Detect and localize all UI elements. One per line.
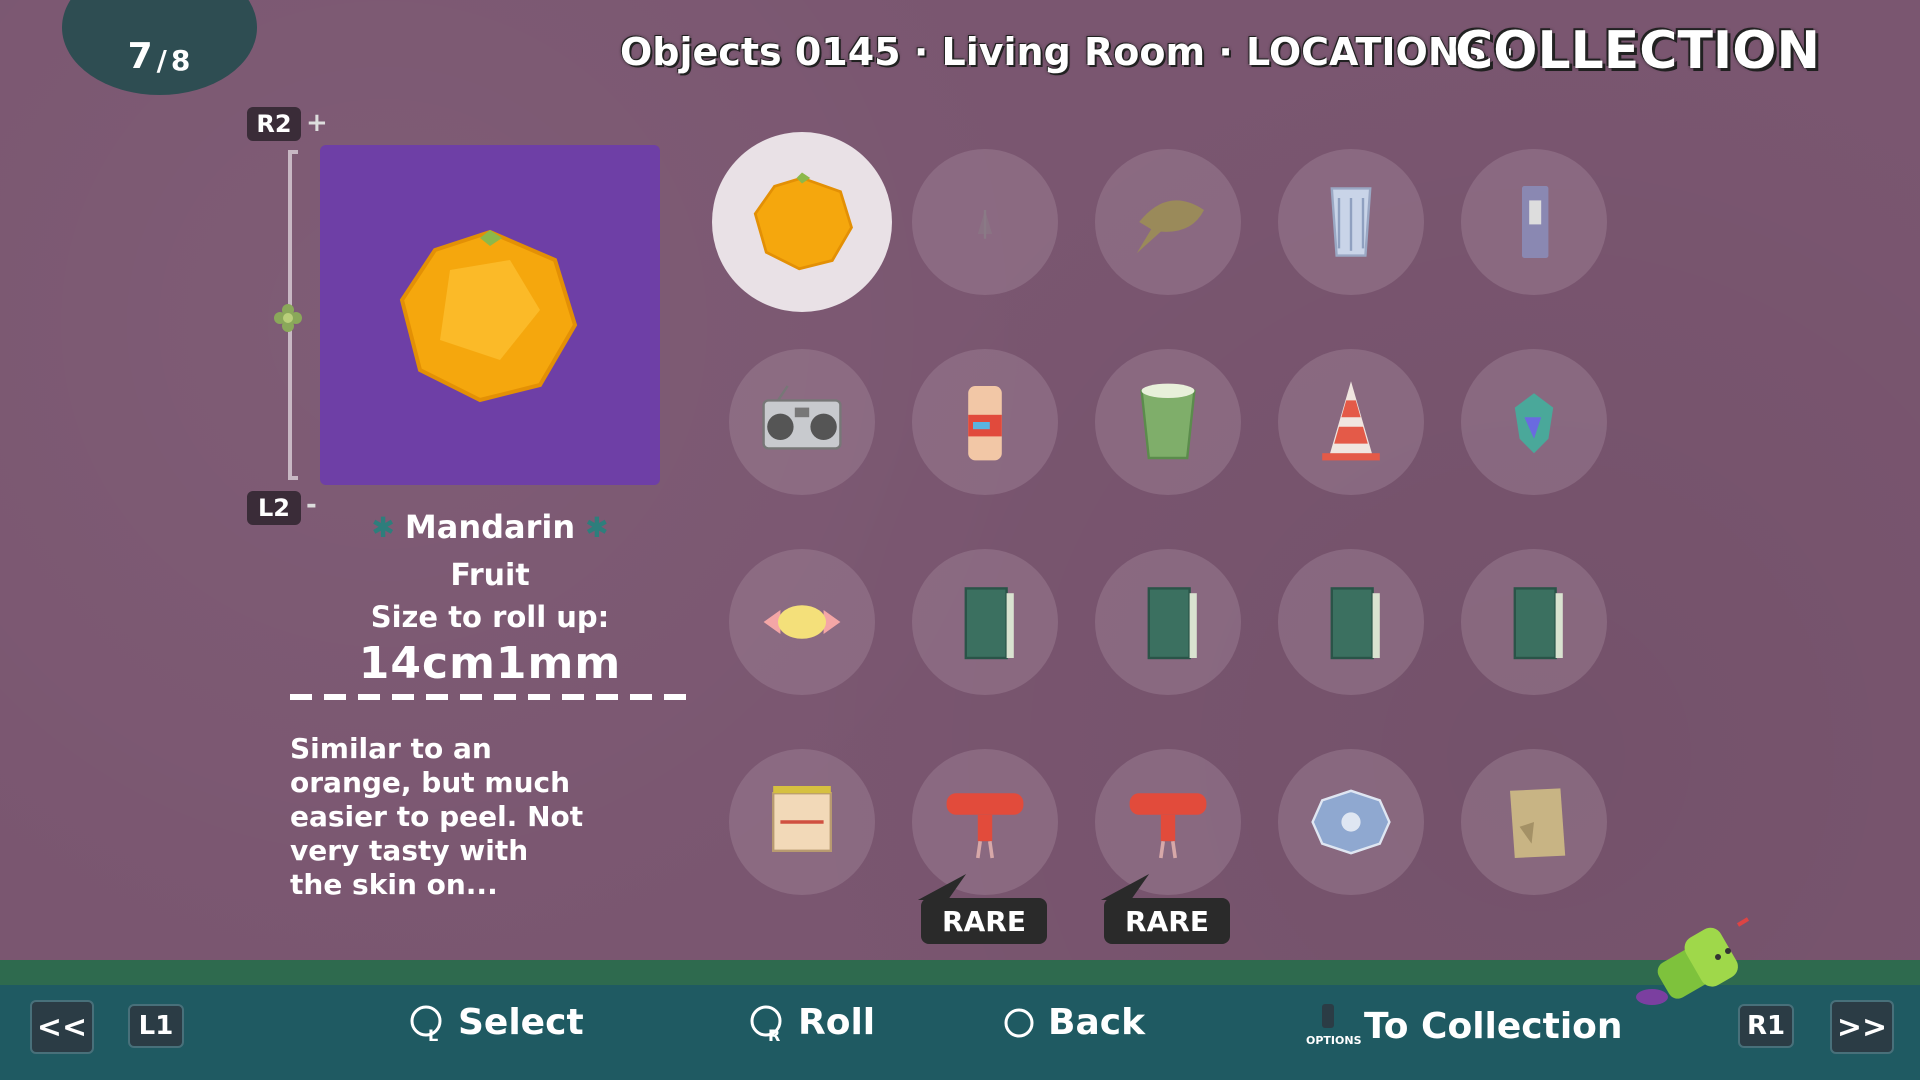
to-collection-label: To Collection (1364, 1005, 1623, 1047)
breadcrumb: Objects 0145 · Living Room · LOCATIONS · (620, 30, 1515, 74)
collection-slot[interactable] (1461, 749, 1607, 895)
page-separator: / (156, 44, 168, 77)
prince-cousin-icon (946, 793, 1024, 859)
item-name: Mandarin (404, 508, 576, 546)
sign-board-icon (772, 786, 832, 852)
collection-slot[interactable] (912, 349, 1058, 495)
zoom-knob-icon[interactable] (272, 302, 304, 334)
collection-slot[interactable] (1095, 149, 1241, 295)
prince-icon (1636, 917, 1750, 1005)
item-name-row: ✱ Mandarin ✱ (290, 508, 690, 546)
svg-text:L: L (428, 1026, 438, 1043)
collection-slot[interactable] (1278, 549, 1424, 695)
r1-button[interactable]: R1 (1738, 1004, 1794, 1048)
page-current: 7 (127, 36, 154, 77)
collection-slot[interactable] (1461, 349, 1607, 495)
page-title: COLLECTION (1455, 21, 1820, 81)
l1-button[interactable]: L1 (128, 1004, 184, 1048)
right-stick-icon: R (750, 1005, 782, 1043)
collection-slot[interactable] (729, 349, 875, 495)
boombox-icon (762, 385, 842, 450)
collection-slot[interactable] (912, 549, 1058, 695)
zoom-plus-label: + (306, 108, 328, 138)
options-button-icon: OPTIONS (1306, 1002, 1362, 1050)
collection-slot[interactable] (1095, 349, 1241, 495)
collection-slot[interactable] (1461, 149, 1607, 295)
next-page-button[interactable]: >> (1830, 1000, 1894, 1054)
collection-slot[interactable] (729, 549, 875, 695)
left-stick-icon: L (410, 1005, 442, 1043)
rare-badge: RARE (921, 898, 1047, 944)
collection-slot[interactable] (912, 749, 1058, 895)
options-caption: OPTIONS (1306, 1034, 1362, 1047)
collection-slot[interactable] (912, 149, 1058, 295)
prince-cousin-icon (1129, 793, 1207, 859)
size-label: Size to roll up: (370, 600, 610, 634)
cola-can-icon (968, 386, 1002, 461)
paper-cup-icon (1140, 383, 1196, 460)
collection-slot[interactable] (1095, 549, 1241, 695)
cassette-tape-icon (1522, 186, 1549, 258)
size-value: 14cm1mm (358, 638, 622, 689)
collection-slot[interactable] (1461, 549, 1607, 695)
paper-bag-icon (1510, 788, 1566, 858)
book-icon (1513, 587, 1563, 660)
back-action[interactable]: Back (1002, 1002, 1145, 1043)
tiny-plant-icon (977, 210, 993, 239)
collection-slot[interactable] (1095, 749, 1241, 895)
gem-icon (1514, 393, 1554, 454)
item-category: Fruit (450, 558, 530, 593)
star-right-icon: ✱ (585, 510, 609, 544)
circle-button-icon (1004, 1008, 1034, 1037)
doily-icon (1311, 789, 1391, 855)
item-description: Similar to an orange, but much easier to… (290, 732, 584, 901)
svg-text:R: R (768, 1026, 780, 1043)
to-collection-action[interactable]: OPTIONS To Collection (1306, 1002, 1623, 1050)
traffic-cone-icon (1322, 381, 1380, 461)
book-icon (1147, 587, 1197, 660)
mandarin-icon (753, 172, 853, 271)
select-label: Select (458, 1002, 584, 1043)
collection-slot[interactable] (1278, 149, 1424, 295)
back-label: Back (1048, 1002, 1146, 1043)
select-action[interactable]: L Select (410, 1002, 584, 1043)
roll-label: Roll (798, 1002, 876, 1043)
collection-slot[interactable] (712, 132, 892, 312)
divider (290, 694, 690, 700)
rare-badge: RARE (1104, 898, 1230, 944)
book-icon (964, 587, 1014, 660)
glass-cup-icon (1330, 187, 1372, 257)
prev-page-button[interactable]: << (30, 1000, 94, 1054)
collection-slot[interactable] (1278, 349, 1424, 495)
milk-candy-icon (763, 605, 841, 639)
book-icon (1330, 587, 1380, 660)
star-left-icon: ✱ (371, 510, 395, 544)
page-counter: 7 / 8 (62, 0, 257, 95)
collection-slot[interactable] (1278, 749, 1424, 895)
mandarin-preview-icon (399, 229, 578, 403)
roll-action[interactable]: R Roll (750, 1002, 875, 1043)
page-total: 8 (170, 44, 192, 77)
collection-slot[interactable] (729, 749, 875, 895)
r2-zoom-in-button[interactable]: R2 (247, 107, 301, 141)
horseshoe-crab-icon (1136, 200, 1204, 254)
item-preview (320, 145, 660, 485)
